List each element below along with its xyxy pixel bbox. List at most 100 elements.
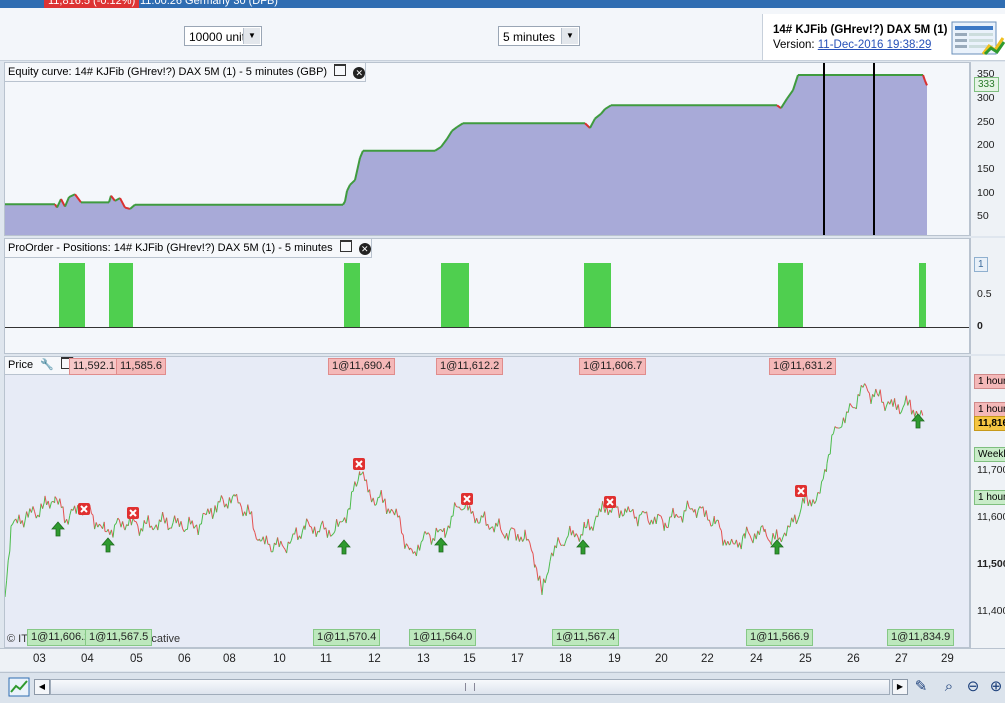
price-line-segment: [329, 530, 331, 536]
price-line-segment: [807, 495, 809, 506]
price-line-segment: [315, 527, 317, 537]
price-line-segment: [795, 515, 797, 524]
buy-arrow-icon: [52, 522, 64, 536]
trade-exit-label: 1@11,631.2: [769, 358, 836, 375]
price-line-segment: [898, 404, 900, 414]
price-line-segment: [450, 516, 452, 528]
price-line-segment: [579, 534, 581, 541]
price-line-segment: [548, 561, 550, 571]
price-line-segment: [282, 545, 284, 548]
equity-axis-label: 50: [977, 210, 989, 222]
price-line-segment: [567, 536, 569, 539]
price-line-segment: [301, 530, 303, 538]
date-label: 06: [178, 653, 191, 665]
price-line-segment: [508, 531, 510, 541]
positions-panel-header: ProOrder - Positions: 14# KJFib (GHrev!?…: [5, 239, 372, 258]
timeframe-select[interactable]: 5 minutes ▼: [498, 26, 580, 46]
maximize-icon[interactable]: [340, 240, 352, 252]
buy-arrow-icon: [771, 540, 783, 554]
price-line-segment: [399, 516, 400, 519]
price-line-segment: [231, 496, 233, 503]
price-line-segment: [501, 529, 503, 533]
price-line-segment: [759, 527, 761, 535]
price-line-segment: [842, 418, 844, 427]
price-line-segment: [298, 536, 300, 540]
price-line-segment: [175, 516, 177, 524]
date-label: 04: [81, 653, 94, 665]
zoom-in-icon[interactable]: ⊕: [985, 676, 1005, 698]
trade-exit-label: 1@11,606.7: [579, 358, 646, 375]
chart-navigation-icon[interactable]: [8, 677, 30, 697]
price-line-segment: [431, 538, 433, 544]
price-line-segment: [800, 508, 802, 515]
close-icon[interactable]: ✕: [353, 67, 365, 79]
price-line-segment: [865, 384, 867, 387]
price-panel-header: Price 🔧: [5, 357, 74, 375]
price-line-segment: [161, 512, 163, 522]
price-line-segment: [664, 523, 665, 531]
price-line-segment: [332, 533, 334, 535]
trade-entry-label: 1@11,567.4: [552, 629, 619, 646]
size-select[interactable]: 10000 units ▼: [184, 26, 262, 46]
price-line-segment: [502, 533, 504, 535]
price-line-segment: [528, 539, 530, 543]
price-line-segment: [50, 502, 52, 508]
wrench-icon[interactable]: 🔧: [40, 359, 54, 371]
trade-exit-label: 11,592.1: [69, 358, 119, 375]
price-line-segment: [765, 529, 767, 536]
price-line-segment: [5, 581, 7, 597]
price-line-segment: [656, 514, 658, 524]
price-line-segment: [913, 410, 915, 417]
version-link[interactable]: 11-Dec-2016 19:38:29: [818, 39, 932, 51]
price-line-segment: [515, 529, 517, 540]
trade-entry-label: 1@11,567.5: [85, 629, 152, 646]
draw-tool-icon[interactable]: ✎: [910, 676, 932, 698]
price-line-segment: [741, 536, 743, 549]
position-bar: [441, 263, 469, 327]
buy-arrow-icon: [338, 540, 350, 554]
position-bar: [584, 263, 611, 327]
date-label: 13: [417, 653, 430, 665]
price-line-segment: [104, 522, 105, 532]
chevron-down-icon[interactable]: ▼: [243, 28, 260, 44]
price-line-segment: [68, 515, 70, 524]
price-line-segment: [510, 528, 512, 531]
price-ticker: 11,816.5 (-0.12%): [44, 0, 139, 8]
price-line-segment: [412, 549, 414, 554]
trade-entry-label: 1@11,570.4: [313, 629, 380, 646]
zoom-out-icon[interactable]: ⊖: [962, 676, 984, 698]
price-line-segment: [643, 511, 645, 512]
price-line-segment: [848, 404, 850, 413]
position-bar: [919, 263, 926, 327]
price-line-segment: [246, 505, 248, 516]
price-line-segment: [542, 579, 544, 595]
price-line-segment: [90, 505, 92, 514]
positions-panel: ProOrder - Positions: 14# KJFib (GHrev!?…: [4, 238, 970, 354]
price-line-segment: [518, 534, 520, 542]
price-line-segment: [334, 531, 335, 533]
maximize-icon[interactable]: [334, 64, 346, 76]
price-line-segment: [850, 403, 852, 406]
price-line-segment: [323, 521, 325, 529]
position-bar: [59, 263, 85, 327]
price-line-segment: [28, 509, 30, 518]
price-line-segment: [588, 519, 590, 530]
price-line-segment: [525, 530, 527, 541]
title-bar: 11,816.5 (-0.12%) 11:00:26 Germany 30 (D…: [0, 0, 1005, 8]
chevron-down-icon[interactable]: ▼: [561, 28, 578, 44]
price-axis-label: 11,500: [977, 558, 1005, 570]
price-line-segment: [790, 518, 792, 527]
scroll-left-button[interactable]: ◀: [34, 679, 50, 695]
zoom-fit-icon[interactable]: ⌕: [938, 676, 960, 698]
close-icon[interactable]: ✕: [359, 243, 371, 255]
positions-axis-label: 0.5: [977, 288, 992, 300]
price-line-segment: [638, 515, 640, 526]
price-line-segment: [45, 496, 47, 505]
price-line-segment: [291, 534, 293, 541]
scroll-right-button[interactable]: ▶: [892, 679, 908, 695]
price-line-segment: [777, 529, 779, 540]
backtest-report-icon[interactable]: [951, 20, 1005, 56]
price-line-segment: [460, 509, 462, 511]
horizontal-scrollbar[interactable]: [50, 679, 890, 695]
price-line-segment: [376, 497, 378, 504]
